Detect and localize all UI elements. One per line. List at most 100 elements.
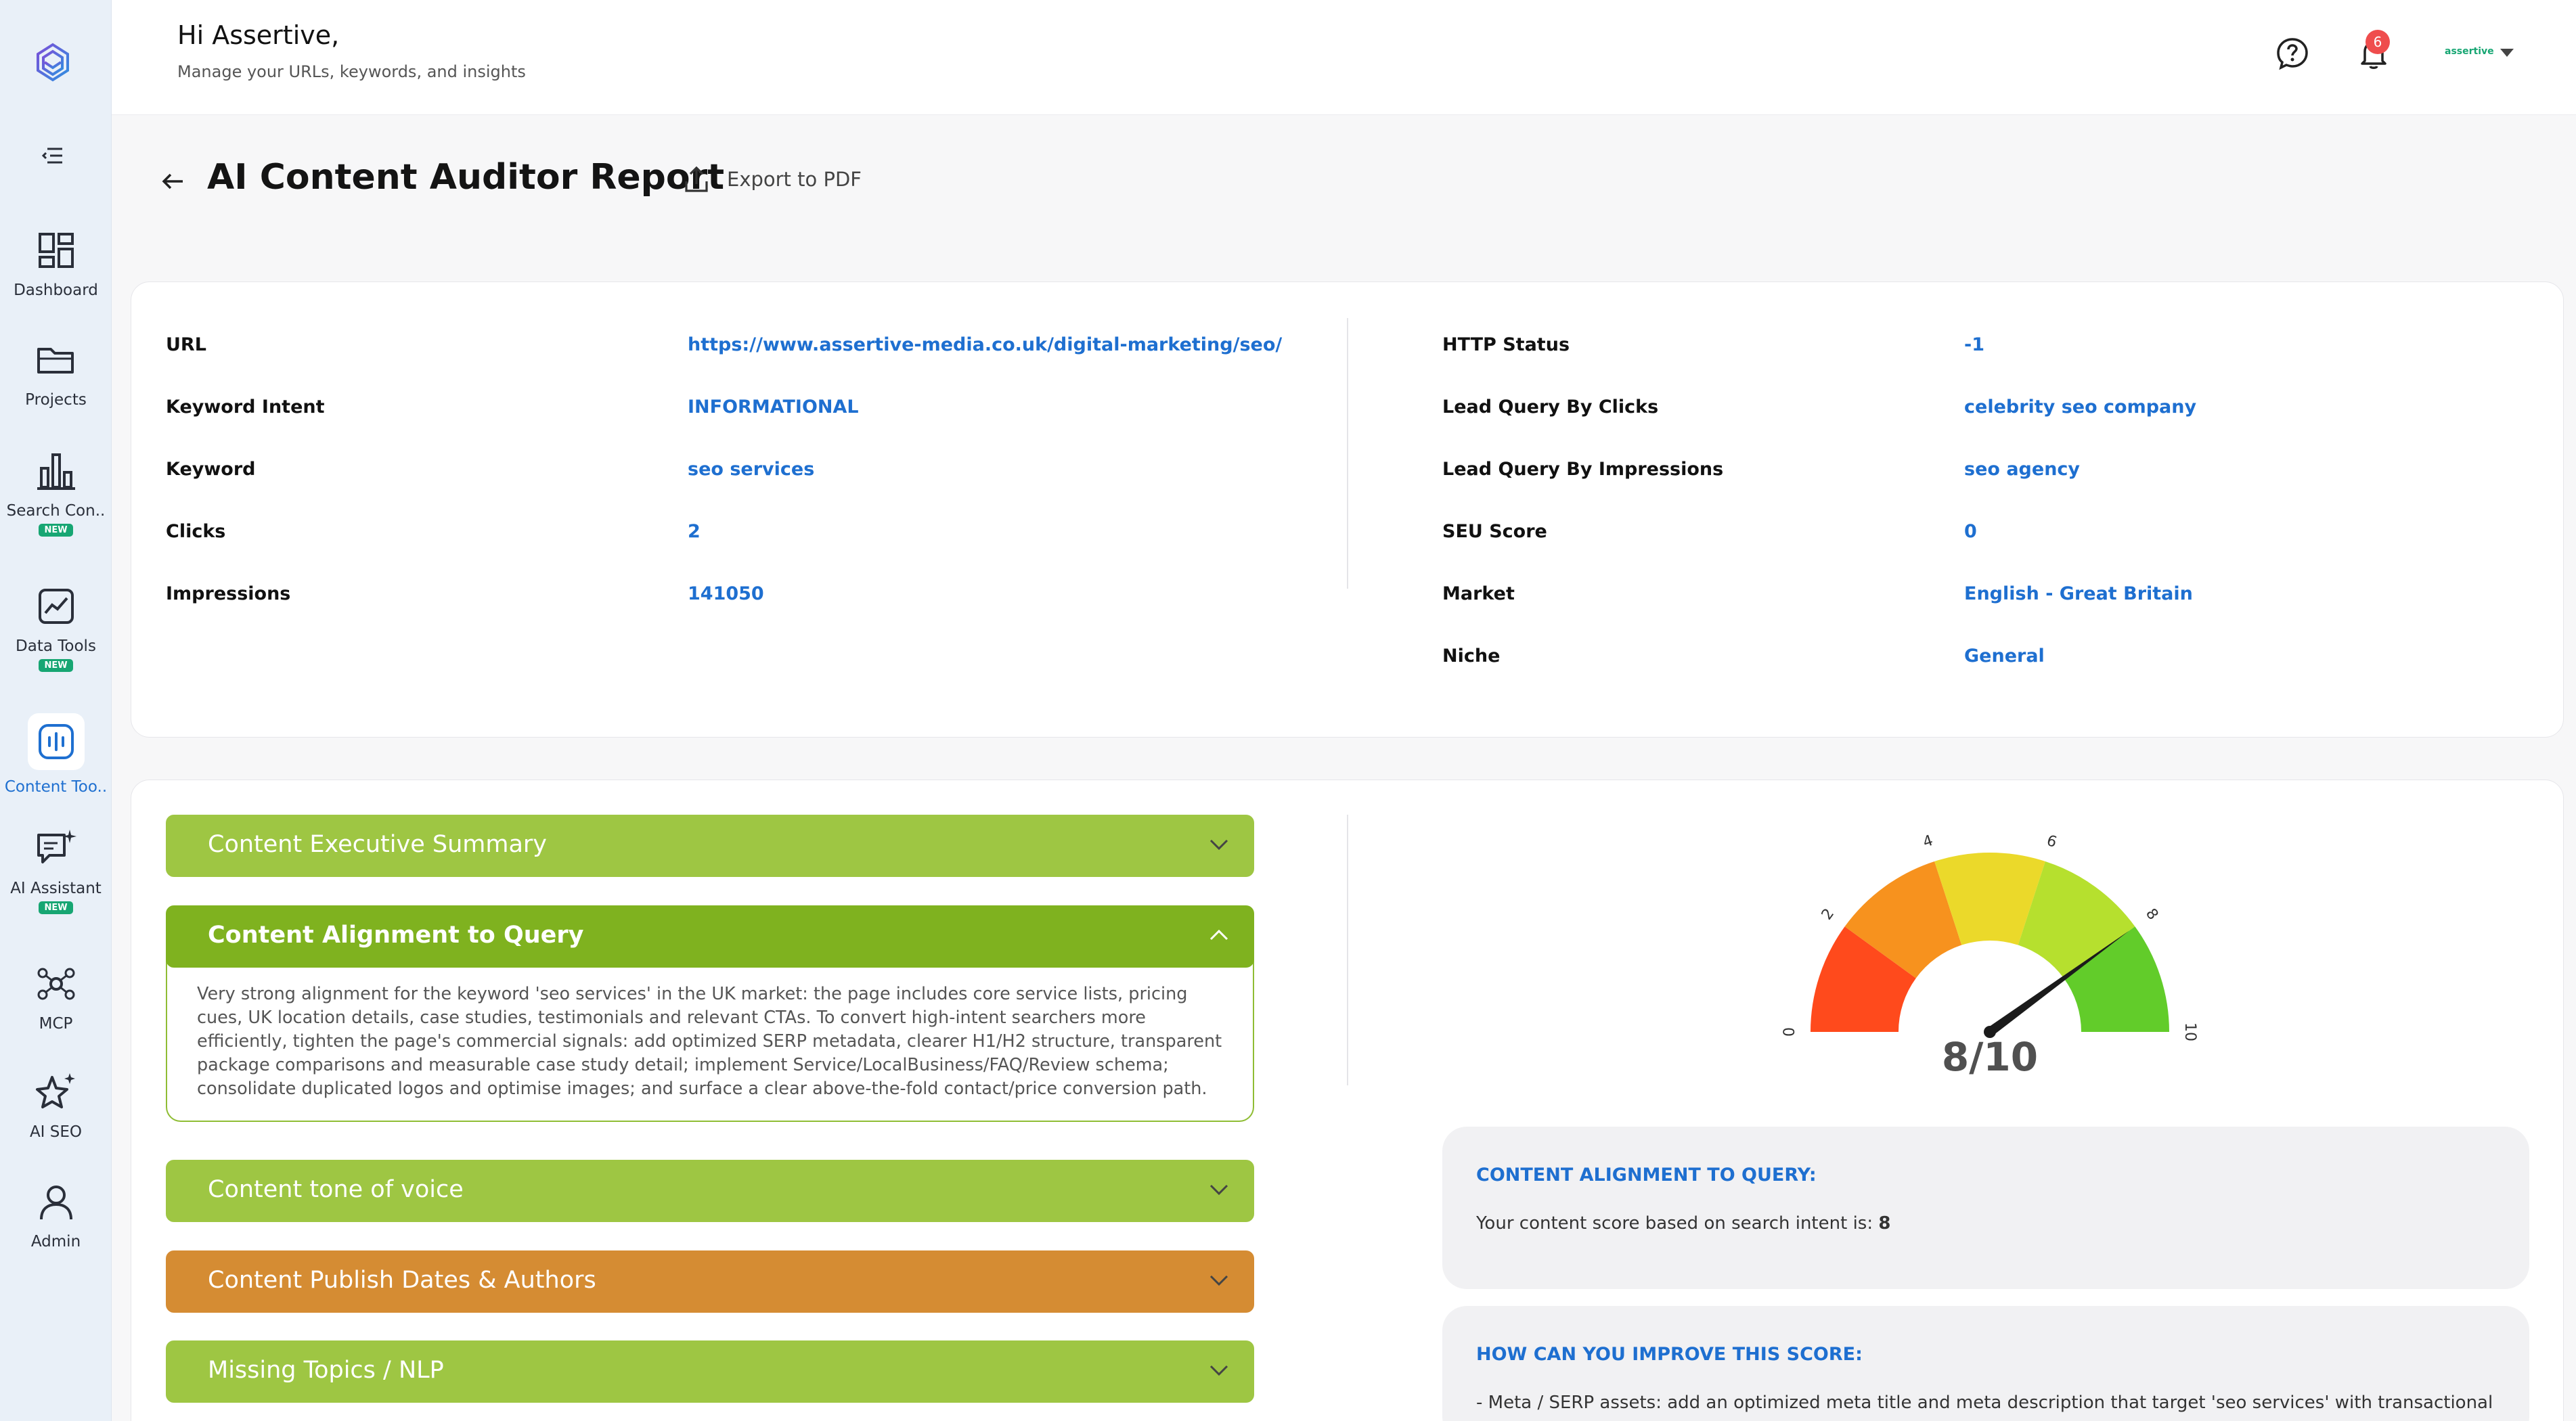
- gauge-tick-label: 6: [2045, 832, 2059, 851]
- new-badge: NEW: [39, 524, 73, 537]
- keyword-intent-label: Keyword Intent: [166, 397, 325, 418]
- gauge-tick-label: 0: [1781, 1027, 1798, 1037]
- accordion-title: Missing Topics / NLP: [208, 1357, 444, 1384]
- keyword-label: Keyword: [166, 459, 256, 480]
- sidebar-item-projects[interactable]: Projects: [0, 338, 112, 409]
- active-icon-box: [27, 713, 85, 770]
- sidebar-item-label: Search Con..: [6, 502, 106, 520]
- accordion-title: Content Publish Dates & Authors: [208, 1267, 596, 1294]
- gauge-score-label: 8/10: [1941, 1034, 2039, 1080]
- impressions-label: Impressions: [166, 583, 291, 604]
- niche-label: Niche: [1442, 646, 1501, 667]
- sidebar-item-label: Data Tools: [16, 637, 96, 655]
- sidebar-item-data-tools[interactable]: Data Tools NEW: [0, 585, 112, 672]
- market-label: Market: [1442, 583, 1515, 604]
- page-title: AI Content Auditor Report: [207, 157, 725, 198]
- gauge-tick-label: 2: [1819, 905, 1838, 923]
- gauge-tick-label: 10: [2181, 1022, 2198, 1041]
- http-status-value: -1: [1964, 334, 1984, 355]
- top-bar: Hi Assertive, Manage your URLs, keywords…: [112, 0, 2576, 115]
- seu-score-label: SEU Score: [1442, 521, 1547, 542]
- seu-score-value: 0: [1964, 521, 1977, 542]
- accordion-title: Content tone of voice: [208, 1176, 464, 1203]
- sidebar-item-label: Projects: [25, 391, 87, 409]
- http-status-label: HTTP Status: [1442, 334, 1570, 355]
- url-value[interactable]: https://www.assertive-media.co.uk/digita…: [688, 334, 1282, 355]
- notification-count-badge: 6: [2366, 30, 2390, 54]
- chevron-up-icon: [1209, 929, 1228, 941]
- improve-score-panel: HOW CAN YOU IMPROVE THIS SCORE: - Meta /…: [1442, 1306, 2529, 1421]
- sidebar-item-label: AI Assistant: [10, 880, 102, 897]
- clicks-value: 2: [688, 521, 701, 542]
- keyword-intent-value: INFORMATIONAL: [688, 397, 859, 418]
- help-icon[interactable]: [2275, 37, 2309, 70]
- accordion-content-alignment-to-query[interactable]: Content Alignment to Query: [166, 905, 1254, 968]
- sidebar-item-search-console[interactable]: Search Con.. NEW: [0, 449, 112, 537]
- sparkle-star-icon: [35, 1073, 75, 1108]
- sidebar-item-label: Content Too..: [4, 778, 108, 796]
- market-value: English - Great Britain: [1964, 583, 2193, 604]
- panel-text: - Meta / SERP assets: add an optimized m…: [1476, 1393, 2493, 1413]
- alignment-score-panel: CONTENT ALIGNMENT TO QUERY: Your content…: [1442, 1127, 2529, 1289]
- sidebar-item-admin[interactable]: Admin: [0, 1180, 112, 1250]
- user-icon: [39, 1186, 72, 1220]
- app-logo-icon[interactable]: [32, 41, 73, 88]
- sidebar-item-label: AI SEO: [29, 1123, 83, 1141]
- gauge-tick-label: 4: [1921, 832, 1935, 851]
- gauge-tick-label: 8: [2142, 905, 2161, 923]
- back-arrow-icon[interactable]: [160, 168, 187, 195]
- panel-heading: CONTENT ALIGNMENT TO QUERY:: [1476, 1165, 1817, 1186]
- chevron-down-icon: [1209, 839, 1228, 851]
- accordion-body-text: Very strong alignment for the keyword 's…: [197, 984, 1222, 1099]
- lead-query-clicks-label: Lead Query By Clicks: [1442, 397, 1659, 418]
- lead-query-clicks-value: celebrity seo company: [1964, 397, 2197, 418]
- accordion-missing-topics-nlp[interactable]: Missing Topics / NLP: [166, 1340, 1254, 1403]
- chat-sparkle-icon: [37, 830, 76, 863]
- lead-query-impressions-label: Lead Query By Impressions: [1442, 459, 1724, 480]
- new-badge: NEW: [39, 659, 73, 672]
- lead-query-impressions-value: seo agency: [1964, 459, 2081, 480]
- sidebar-item-label: Admin: [30, 1233, 81, 1250]
- bar-chart-icon: [37, 453, 75, 490]
- chevron-down-icon: [1209, 1275, 1228, 1286]
- info-divider: [1347, 318, 1348, 589]
- menu-collapse-icon[interactable]: [41, 143, 65, 168]
- sidebar-item-content-tools[interactable]: Content Too..: [0, 713, 112, 796]
- dashboard-icon: [38, 233, 74, 268]
- sidebar-item-mcp[interactable]: MCP: [0, 962, 112, 1033]
- sidebar: Dashboard Projects Search Con.. NEW Data…: [0, 0, 112, 1421]
- network-icon: [37, 968, 74, 1000]
- niche-value: General: [1964, 646, 2045, 667]
- url-label: URL: [166, 334, 206, 355]
- chevron-down-icon: [1209, 1184, 1228, 1196]
- audio-bars-icon: [38, 724, 74, 759]
- account-name[interactable]: assertive: [2445, 46, 2494, 57]
- impressions-value: 141050: [688, 583, 764, 604]
- accordion-title: Content Alignment to Query: [208, 922, 584, 949]
- accordion-content-publish-dates-authors[interactable]: Content Publish Dates & Authors: [166, 1250, 1254, 1313]
- accordion-content-executive-summary[interactable]: Content Executive Summary: [166, 815, 1254, 877]
- greeting-subtitle: Manage your URLs, keywords, and insights: [177, 62, 526, 81]
- sidebar-item-label: Dashboard: [14, 281, 98, 299]
- new-badge: NEW: [39, 901, 73, 914]
- panel-score-value: 8: [1878, 1213, 1891, 1234]
- export-pdf-button[interactable]: Export to PDF: [727, 168, 862, 191]
- panel-text: Your content score based on search inten…: [1476, 1213, 1890, 1234]
- keyword-value: seo services: [688, 459, 815, 480]
- accordion-title: Content Executive Summary: [208, 831, 547, 858]
- trend-chart-icon: [38, 589, 74, 624]
- sidebar-item-ai-assistant[interactable]: AI Assistant NEW: [0, 827, 112, 914]
- upload-icon[interactable]: [681, 164, 712, 195]
- sidebar-item-ai-seo[interactable]: AI SEO: [0, 1070, 112, 1141]
- panel-text-body: Your content score based on search inten…: [1476, 1213, 1873, 1234]
- panel-heading: HOW CAN YOU IMPROVE THIS SCORE:: [1476, 1344, 1863, 1365]
- chevron-down-icon: [1209, 1365, 1228, 1376]
- accordion-content-tone-of-voice[interactable]: Content tone of voice: [166, 1160, 1254, 1222]
- sidebar-item-label: MCP: [39, 1015, 73, 1033]
- chevron-down-icon[interactable]: [2499, 47, 2515, 58]
- sidebar-item-dashboard[interactable]: Dashboard: [0, 229, 112, 299]
- folder-icon: [37, 348, 74, 374]
- clicks-label: Clicks: [166, 521, 226, 542]
- greeting: Hi Assertive,: [177, 20, 340, 50]
- analysis-divider: [1347, 815, 1348, 1085]
